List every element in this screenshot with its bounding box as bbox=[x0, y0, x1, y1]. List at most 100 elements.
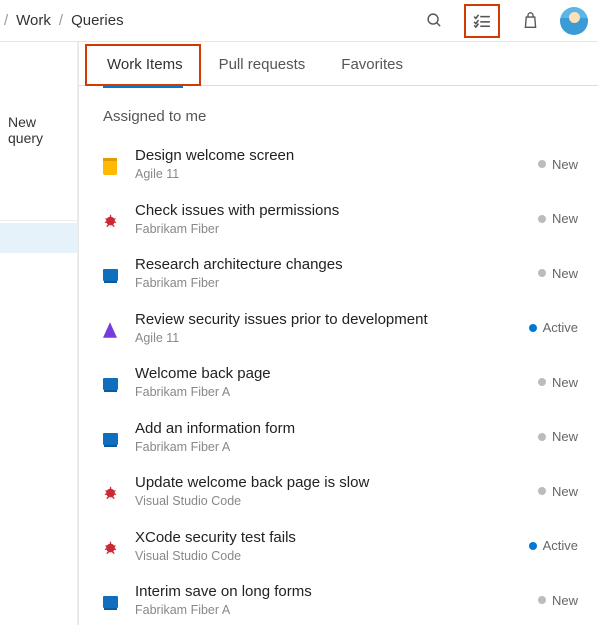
work-item-type-icon bbox=[99, 154, 121, 175]
work-item-status: Active bbox=[522, 538, 578, 553]
work-item-row[interactable]: Check issues with permissionsFabrikam Fi… bbox=[79, 194, 598, 249]
bug-icon bbox=[102, 213, 118, 229]
work-item-row[interactable]: Update welcome back page is slowVisual S… bbox=[79, 466, 598, 521]
status-label: New bbox=[552, 375, 578, 390]
work-item-row[interactable]: Research architecture changesFabrikam Fi… bbox=[79, 248, 598, 303]
status-label: New bbox=[552, 593, 578, 608]
work-item-text: XCode security test failsVisual Studio C… bbox=[135, 527, 508, 566]
work-item-status: New bbox=[522, 157, 578, 172]
status-dot-icon bbox=[538, 487, 546, 495]
work-item-title: Update welcome back page is slow bbox=[135, 472, 508, 493]
breadcrumb-queries[interactable]: Queries bbox=[71, 12, 124, 29]
work-item-text: Check issues with permissionsFabrikam Fi… bbox=[135, 200, 508, 239]
status-dot-icon bbox=[538, 215, 546, 223]
work-items-list[interactable]: Assigned to me Design welcome screenAgil… bbox=[79, 86, 598, 625]
work-item-project: Fabrikam Fiber A bbox=[135, 602, 508, 620]
breadcrumb-work[interactable]: Work bbox=[16, 12, 51, 29]
breadcrumb-sep-icon: / bbox=[4, 12, 8, 29]
marketplace-icon[interactable] bbox=[514, 5, 546, 37]
work-item-title: Interim save on long forms bbox=[135, 581, 508, 602]
work-item-type-icon bbox=[99, 374, 121, 390]
left-panel: New query bbox=[0, 42, 78, 625]
work-item-type-icon bbox=[99, 536, 121, 556]
bug-icon bbox=[102, 540, 118, 556]
status-dot-icon bbox=[529, 324, 537, 332]
bug-icon bbox=[102, 485, 118, 501]
work-item-row[interactable]: Add an information formFabrikam Fiber A N… bbox=[79, 412, 598, 467]
top-toolbar bbox=[418, 4, 588, 38]
status-label: New bbox=[552, 266, 578, 281]
work-item-project: Visual Studio Code bbox=[135, 548, 508, 566]
status-label: Active bbox=[543, 538, 578, 553]
status-label: Active bbox=[543, 320, 578, 335]
work-item-status: New bbox=[522, 593, 578, 608]
work-item-title: Review security issues prior to developm… bbox=[135, 309, 508, 330]
work-items-flyout-button[interactable] bbox=[464, 4, 500, 38]
work-item-text: Design welcome screenAgile 11 bbox=[135, 145, 508, 184]
work-item-text: Review security issues prior to developm… bbox=[135, 309, 508, 348]
work-item-row[interactable]: XCode security test failsVisual Studio C… bbox=[79, 521, 598, 576]
left-panel-selected-row[interactable] bbox=[0, 223, 77, 253]
work-item-project: Fabrikam Fiber A bbox=[135, 384, 508, 402]
work-items-panel: Work Items Pull requests Favorites Assig… bbox=[78, 42, 598, 625]
feature-icon bbox=[103, 378, 118, 390]
work-item-status: New bbox=[522, 211, 578, 226]
work-item-project: Fabrikam Fiber A bbox=[135, 439, 508, 457]
status-dot-icon bbox=[538, 269, 546, 277]
work-item-status: Active bbox=[522, 320, 578, 335]
work-item-row[interactable]: Interim save on long formsFabrikam Fiber… bbox=[79, 575, 598, 625]
work-item-type-icon bbox=[99, 481, 121, 501]
status-label: New bbox=[552, 211, 578, 226]
work-item-title: Check issues with permissions bbox=[135, 200, 508, 221]
epic-icon bbox=[103, 158, 117, 175]
work-item-type-icon bbox=[99, 209, 121, 229]
top-bar: / Work / Queries bbox=[0, 0, 598, 42]
avatar[interactable] bbox=[560, 7, 588, 35]
group-header-assigned-to-me: Assigned to me bbox=[79, 86, 598, 139]
work-item-type-icon bbox=[99, 429, 121, 445]
work-item-type-icon bbox=[99, 592, 121, 608]
work-item-status: New bbox=[522, 375, 578, 390]
work-item-title: Add an information form bbox=[135, 418, 508, 439]
status-label: New bbox=[552, 429, 578, 444]
panel-tabs: Work Items Pull requests Favorites bbox=[79, 42, 598, 86]
work-item-text: Welcome back pageFabrikam Fiber A bbox=[135, 363, 508, 402]
work-item-text: Interim save on long formsFabrikam Fiber… bbox=[135, 581, 508, 620]
work-item-project: Fabrikam Fiber bbox=[135, 221, 508, 239]
feature-icon bbox=[103, 433, 118, 445]
status-label: New bbox=[552, 157, 578, 172]
breadcrumb-sep-icon: / bbox=[59, 12, 63, 29]
status-dot-icon bbox=[538, 378, 546, 386]
breadcrumb: / Work / Queries bbox=[4, 12, 124, 29]
work-item-project: Visual Studio Code bbox=[135, 493, 508, 511]
work-item-project: Agile 11 bbox=[135, 166, 508, 184]
tab-favorites[interactable]: Favorites bbox=[323, 42, 421, 85]
work-item-row[interactable]: Review security issues prior to developm… bbox=[79, 303, 598, 358]
search-icon[interactable] bbox=[418, 5, 450, 37]
work-item-title: XCode security test fails bbox=[135, 527, 508, 548]
tab-work-items[interactable]: Work Items bbox=[89, 42, 201, 85]
work-item-text: Add an information formFabrikam Fiber A bbox=[135, 418, 508, 457]
work-item-text: Research architecture changesFabrikam Fi… bbox=[135, 254, 508, 293]
work-item-type-icon bbox=[99, 318, 121, 338]
new-query-button[interactable]: New query bbox=[0, 84, 77, 160]
status-dot-icon bbox=[538, 596, 546, 604]
work-item-status: New bbox=[522, 429, 578, 444]
tab-pull-requests[interactable]: Pull requests bbox=[201, 42, 324, 85]
left-panel-divider bbox=[0, 220, 77, 221]
issue-icon bbox=[102, 322, 118, 338]
work-item-title: Welcome back page bbox=[135, 363, 508, 384]
work-item-type-icon bbox=[99, 265, 121, 281]
status-dot-icon bbox=[538, 433, 546, 441]
work-item-text: Update welcome back page is slowVisual S… bbox=[135, 472, 508, 511]
work-item-title: Design welcome screen bbox=[135, 145, 508, 166]
work-item-project: Agile 11 bbox=[135, 330, 508, 348]
status-dot-icon bbox=[529, 542, 537, 550]
status-dot-icon bbox=[538, 160, 546, 168]
work-item-project: Fabrikam Fiber bbox=[135, 275, 508, 293]
work-item-status: New bbox=[522, 266, 578, 281]
feature-icon bbox=[103, 596, 118, 608]
work-item-row[interactable]: Design welcome screenAgile 11 New bbox=[79, 139, 598, 194]
status-label: New bbox=[552, 484, 578, 499]
work-item-row[interactable]: Welcome back pageFabrikam Fiber A New bbox=[79, 357, 598, 412]
